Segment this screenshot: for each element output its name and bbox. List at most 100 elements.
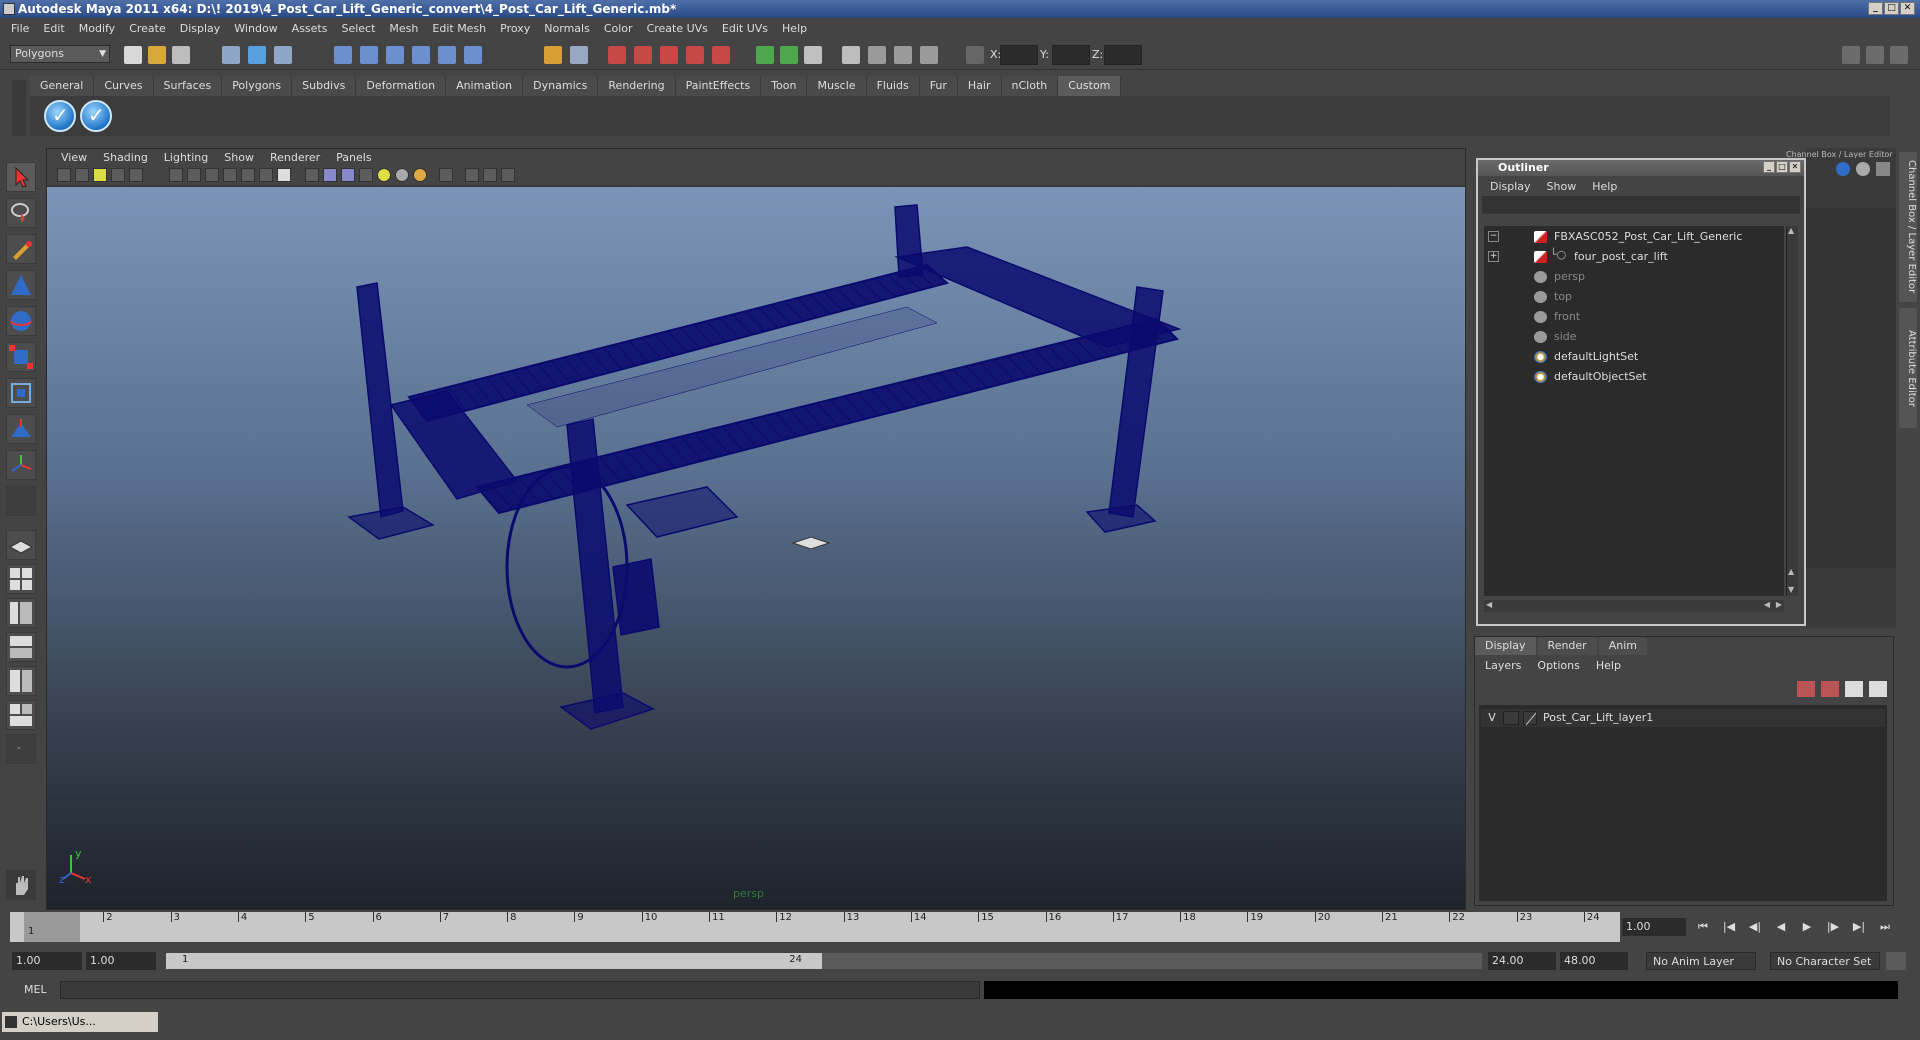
playback-start-time-field[interactable]: 1.00 xyxy=(86,952,156,970)
universal-manipulator-icon[interactable] xyxy=(6,378,36,408)
select-by-object-icon[interactable] xyxy=(248,46,266,64)
close-button[interactable]: ✕ xyxy=(1900,2,1915,15)
shadows-icon[interactable] xyxy=(395,168,409,182)
film-gate-icon[interactable] xyxy=(187,168,201,182)
shelf-tab-fluids[interactable]: Fluids xyxy=(866,76,920,96)
shelf-tab-fur[interactable]: Fur xyxy=(919,76,958,96)
x-coord-field[interactable] xyxy=(1000,45,1038,65)
hypershade-icon[interactable] xyxy=(842,46,860,64)
shelf-tab-animation[interactable]: Animation xyxy=(446,76,524,96)
shelf-tab-polygons[interactable]: Polygons xyxy=(222,76,293,96)
shelf-tab-rendering[interactable]: Rendering xyxy=(598,76,676,96)
car-lift-wireframe-model[interactable] xyxy=(47,187,1465,909)
scroll-up-icon[interactable]: ▲ xyxy=(1788,567,1794,576)
paint-ops-icon[interactable] xyxy=(894,46,912,64)
step-back-frame-icon[interactable]: |◀ xyxy=(1718,918,1740,936)
snap-plane-icon[interactable] xyxy=(412,46,430,64)
help-question-icon[interactable] xyxy=(464,46,482,64)
menu-edit[interactable]: Edit xyxy=(36,22,71,35)
scroll-up-icon[interactable]: ▲ xyxy=(1788,226,1794,235)
safe-title-icon[interactable] xyxy=(277,168,291,182)
shelf-tab-general[interactable]: General xyxy=(30,76,95,96)
outliner-item[interactable]: side xyxy=(1484,328,1784,346)
scroll-left-icon[interactable]: ◀ xyxy=(1764,600,1770,609)
viewport-menu-panels[interactable]: Panels xyxy=(328,151,379,164)
y-coord-field[interactable] xyxy=(1052,45,1090,65)
menu-window[interactable]: Window xyxy=(227,22,284,35)
layout-four-view-icon[interactable] xyxy=(6,564,36,594)
outliner-item[interactable]: top xyxy=(1484,288,1784,306)
outliner-vertical-scrollbar[interactable]: ▲ ▲ ▼ xyxy=(1786,226,1798,596)
range-slider[interactable]: 1 24 xyxy=(166,953,1482,969)
layer-tab-display[interactable]: Display xyxy=(1475,637,1536,655)
layout-hypershade-icon[interactable] xyxy=(6,666,36,696)
move-tool-icon[interactable] xyxy=(6,270,36,300)
move-layer-up-icon[interactable] xyxy=(1797,681,1815,697)
layer-tab-anim[interactable]: Anim xyxy=(1598,637,1647,655)
output-ops-icon[interactable] xyxy=(660,46,678,64)
viewport-menu-renderer[interactable]: Renderer xyxy=(262,151,328,164)
show-manipulator-icon[interactable] xyxy=(6,450,36,480)
layer-menu-options[interactable]: Options xyxy=(1529,659,1587,672)
scale-tool-icon[interactable] xyxy=(6,342,36,372)
menu-create-uvs[interactable]: Create UVs xyxy=(640,22,715,35)
outliner-item[interactable]: + └○ four_post_car_lift xyxy=(1484,248,1784,266)
layer-menu-help[interactable]: Help xyxy=(1588,659,1629,672)
layout-persp-graph-hypergraph-icon[interactable] xyxy=(6,700,36,730)
menu-edit-mesh[interactable]: Edit Mesh xyxy=(425,22,493,35)
rotate-tool-icon[interactable] xyxy=(6,306,36,336)
menu-assets[interactable]: Assets xyxy=(285,22,335,35)
step-back-key-icon[interactable]: ◀| xyxy=(1744,918,1766,936)
current-frame-marker[interactable]: 1 xyxy=(24,912,80,942)
minimized-window[interactable]: C:\Users\Us... xyxy=(2,1012,158,1032)
menu-select[interactable]: Select xyxy=(334,22,382,35)
menu-display[interactable]: Display xyxy=(173,22,228,35)
outliner-filter-field[interactable] xyxy=(1482,196,1800,214)
channel-box-settings-icon[interactable] xyxy=(1876,162,1890,176)
shelf-menu-handle[interactable] xyxy=(12,80,26,136)
field-chart-icon[interactable] xyxy=(241,168,255,182)
outliner-item[interactable]: front xyxy=(1484,308,1784,326)
wireframe-icon[interactable] xyxy=(305,168,319,182)
play-backwards-icon[interactable]: ◀ xyxy=(1770,918,1792,936)
wireframe-on-shaded-icon[interactable] xyxy=(341,168,355,182)
command-language-label[interactable]: MEL xyxy=(24,983,47,996)
shelf-tab-deformation[interactable]: Deformation xyxy=(356,76,447,96)
scroll-left-icon[interactable]: ◀ xyxy=(1486,600,1492,609)
custom-shelf-check-button-2[interactable] xyxy=(80,100,112,132)
outliner-titlebar[interactable]: Outliner _ □ ✕ xyxy=(1478,160,1804,176)
select-by-component-icon[interactable] xyxy=(274,46,292,64)
construction-history-icon[interactable] xyxy=(608,46,626,64)
anim-layer-dropdown[interactable]: No Anim Layer xyxy=(1646,952,1756,970)
range-slider-thumb[interactable]: 1 24 xyxy=(166,953,822,969)
move-layer-down-icon[interactable] xyxy=(1821,681,1839,697)
viewport-menu-view[interactable]: View xyxy=(53,151,95,164)
new-scene-icon[interactable] xyxy=(124,46,142,64)
outliner-horizontal-scrollbar[interactable]: ◀ ◀ ▶ xyxy=(1484,600,1784,612)
layer-visibility-toggle[interactable]: V xyxy=(1485,709,1499,727)
save-scene-icon[interactable] xyxy=(172,46,190,64)
scroll-down-icon[interactable]: ▼ xyxy=(1788,585,1794,594)
menu-help[interactable]: Help xyxy=(775,22,814,35)
ipr-render-icon[interactable] xyxy=(780,46,798,64)
go-to-start-icon[interactable]: ⏮ xyxy=(1692,918,1714,936)
maximize-button[interactable]: □ xyxy=(1884,2,1899,15)
current-time-field[interactable]: 1.00 xyxy=(1622,918,1686,936)
default-lighting-icon[interactable] xyxy=(377,168,391,182)
shelf-tab-muscle[interactable]: Muscle xyxy=(807,76,867,96)
menu-edit-uvs[interactable]: Edit UVs xyxy=(715,22,775,35)
magnet-icon[interactable] xyxy=(686,46,704,64)
shelf-tab-curves[interactable]: Curves xyxy=(94,76,154,96)
playback-end-time-field[interactable]: 24.00 xyxy=(1488,952,1556,970)
open-scene-icon[interactable] xyxy=(148,46,166,64)
resolution-gate-icon[interactable] xyxy=(205,168,219,182)
channel-box-mode-icon[interactable] xyxy=(1836,162,1850,176)
snap-curve-icon[interactable] xyxy=(360,46,378,64)
menu-normals[interactable]: Normals xyxy=(537,22,597,35)
scroll-right-icon[interactable]: ▶ xyxy=(1776,600,1782,609)
safe-action-icon[interactable] xyxy=(259,168,273,182)
xray-joints-icon[interactable] xyxy=(483,168,497,182)
layer-tab-render[interactable]: Render xyxy=(1537,637,1597,655)
menu-color[interactable]: Color xyxy=(597,22,640,35)
viewport-menu-shading[interactable]: Shading xyxy=(95,151,156,164)
